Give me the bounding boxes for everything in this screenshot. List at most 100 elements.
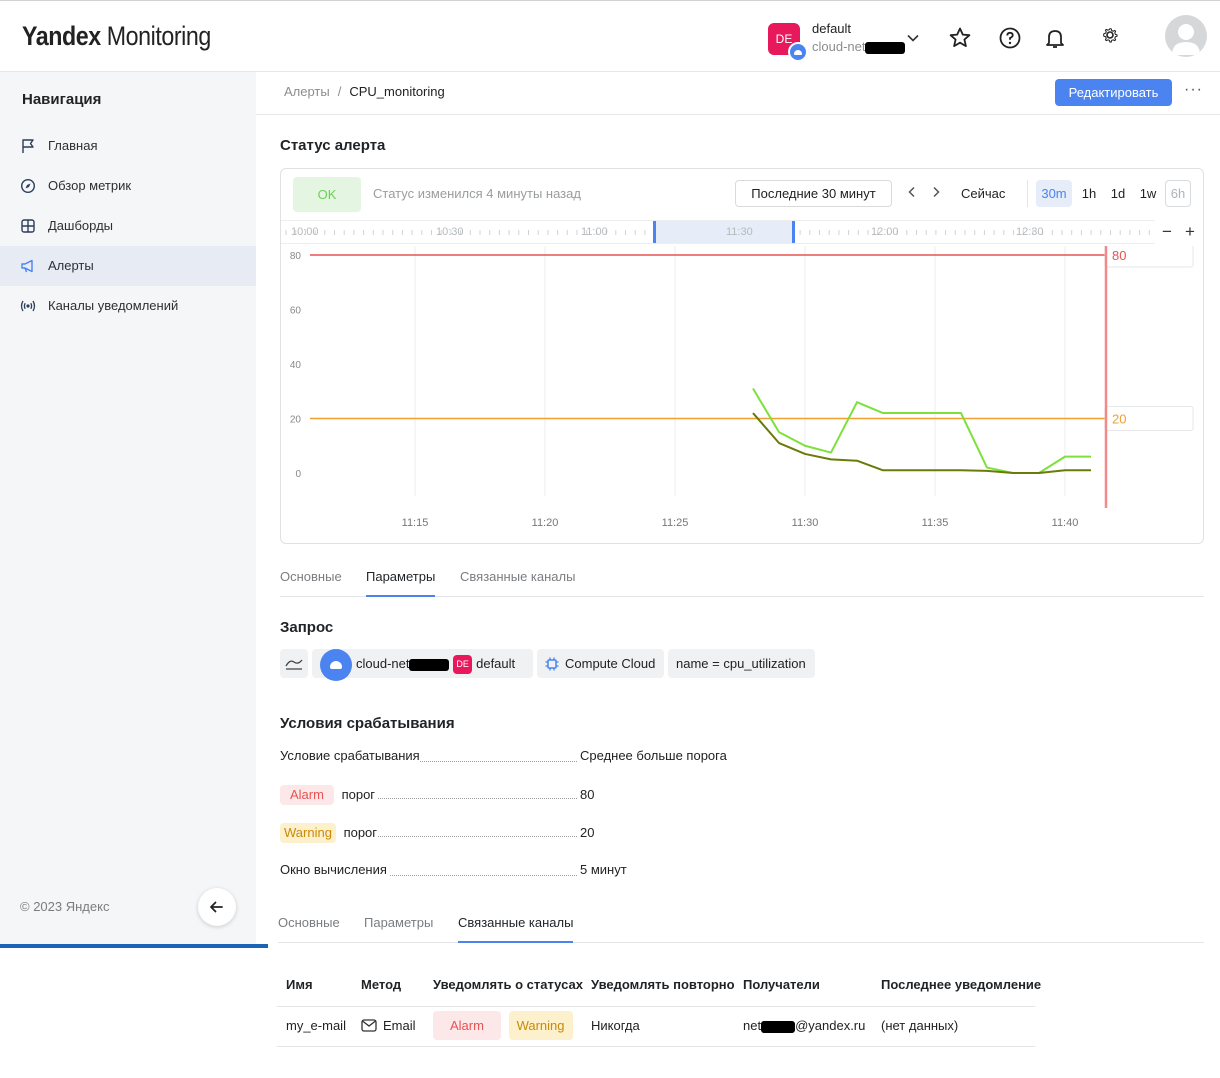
- condition-row: Окно вычисления 5 минут: [280, 862, 740, 882]
- warning-pill: Warning: [280, 823, 336, 843]
- alert-status-title: Статус алерта: [280, 137, 386, 154]
- y-tick-label: 40: [290, 360, 302, 371]
- chevron-left-icon[interactable]: [905, 185, 919, 199]
- timeline-label: 10:00: [291, 226, 319, 238]
- user-avatar[interactable]: [1165, 15, 1207, 57]
- edit-button[interactable]: Редактировать: [1055, 79, 1172, 106]
- sidebar-item-home[interactable]: Главная: [0, 126, 256, 166]
- channel-name[interactable]: my_e-mail: [286, 1018, 346, 1033]
- x-tick-label: 11:15: [402, 517, 429, 529]
- breadcrumb-alerts-link[interactable]: Алерты: [284, 84, 330, 99]
- column-header-recipients: Получатели: [743, 977, 820, 992]
- threshold-label: 20: [1112, 412, 1126, 427]
- megaphone-icon: [21, 259, 33, 273]
- query-service-chip[interactable]: Compute Cloud: [537, 649, 664, 678]
- copyright: © 2023 Яндекс: [20, 899, 110, 914]
- chevron-right-icon[interactable]: [929, 185, 943, 199]
- sidebar-item-metrics[interactable]: Обзор метрик: [0, 166, 256, 206]
- x-tick-label: 11:25: [662, 517, 689, 529]
- y-tick-label: 80: [290, 251, 302, 262]
- query-selector-chip[interactable]: name = cpu_utilization: [668, 649, 815, 678]
- help-icon[interactable]: [998, 26, 1022, 50]
- compute-chip-icon: [545, 657, 559, 671]
- x-tick-label: 11:20: [532, 517, 559, 529]
- alert-chart-card: OK Статус изменился 4 минуты назад После…: [280, 168, 1204, 544]
- compass-icon: [20, 178, 36, 194]
- top-header: Yandex Monitoring DE default cloud-net: [0, 0, 1220, 72]
- sidebar-item-channels[interactable]: Каналы уведомлений: [0, 286, 256, 326]
- flag-icon: [22, 139, 34, 153]
- timeline-label: 12:30: [1016, 226, 1044, 238]
- column-header-repeat: Уведомлять повторно: [591, 977, 735, 992]
- conditions-title: Условия срабатывания: [280, 715, 455, 732]
- column-header-name: Имя: [286, 977, 313, 992]
- condition-row: Условие срабатывания Среднее больше поро…: [280, 748, 740, 768]
- condition-value: 80: [580, 787, 595, 802]
- timeline-zoom-out-button[interactable]: −: [1157, 222, 1177, 242]
- dotted-leader: [390, 875, 577, 876]
- alarm-pill: Alarm: [280, 785, 334, 805]
- tab-main[interactable]: Основные: [278, 915, 340, 943]
- dotted-leader: [378, 836, 577, 837]
- folder-avatar: DE: [453, 655, 473, 675]
- sidebar-item-label: Обзор метрик: [48, 178, 132, 193]
- gear-icon[interactable]: [1098, 23, 1122, 47]
- chevron-down-icon: [907, 34, 919, 42]
- tab-channels[interactable]: Связанные каналы: [458, 915, 574, 943]
- timeline-selection[interactable]: [653, 221, 795, 243]
- now-button[interactable]: Сейчас: [961, 186, 1005, 201]
- sidebar-title: Навигация: [22, 91, 102, 108]
- zoom-1w[interactable]: 1w: [1136, 180, 1160, 207]
- time-range-select[interactable]: Последние 30 минут: [735, 180, 892, 207]
- tab-channels[interactable]: Связанные каналы: [460, 569, 575, 597]
- condition-label: порог: [343, 825, 378, 840]
- timeline-label: 11:00: [581, 226, 608, 238]
- query-cloud-folder-chip[interactable]: cloud-net DE default: [312, 649, 533, 681]
- breadcrumb: Алерты / CPU_monitoring: [284, 84, 445, 99]
- tab-parameters[interactable]: Параметры: [364, 915, 433, 943]
- zoom-6h: 6h: [1165, 180, 1191, 207]
- timeline-zoom-in-button[interactable]: +: [1180, 222, 1200, 242]
- zoom-30m[interactable]: 30m: [1036, 180, 1072, 207]
- zoom-1h[interactable]: 1h: [1077, 180, 1101, 207]
- timeline-navigator[interactable]: 10:00 10:30 11:00 11:30 12:00 12:30: [281, 220, 1155, 244]
- cloud-icon: [788, 42, 808, 62]
- condition-value: 5 минут: [580, 862, 627, 877]
- query-mode-button[interactable]: [280, 649, 308, 678]
- sidebar-item-dashboards[interactable]: Дашборды: [0, 206, 256, 246]
- column-header-last: Последнее уведомление: [881, 977, 1042, 992]
- channel-last-notification: (нет данных): [881, 1018, 959, 1033]
- star-icon[interactable]: [948, 26, 972, 50]
- timeline-label: 12:00: [871, 226, 899, 238]
- y-tick-label: 20: [290, 415, 302, 426]
- warning-pill: Warning: [508, 1011, 573, 1040]
- series-line-1: [752, 388, 1091, 474]
- more-menu-button[interactable]: ···: [1184, 81, 1203, 99]
- tab-parameters[interactable]: Параметры: [366, 569, 436, 597]
- dashboard-grid-icon: [21, 219, 35, 233]
- condition-value: Среднее больше порога: [580, 748, 727, 763]
- warning-threshold-row: Warning порог 20: [280, 823, 740, 843]
- redaction: [865, 41, 906, 54]
- cpu-line-chart: 0 20 40 60 80 11:15 11:20 11:25 11:30 11:35 11:40 8…: [290, 246, 1194, 529]
- x-tick-label: 11:40: [1052, 517, 1079, 529]
- query-type-icon: [285, 659, 303, 670]
- collapse-sidebar-button[interactable]: [198, 888, 236, 926]
- project-cloud: cloud-net: [812, 39, 906, 54]
- column-header-statuses: Уведомлять о статусах: [433, 977, 583, 992]
- tab-main[interactable]: Основные: [280, 569, 342, 597]
- redaction: [409, 658, 450, 671]
- sidebar-item-label: Дашборды: [48, 218, 113, 233]
- threshold-label: 80: [1112, 248, 1126, 263]
- bell-icon[interactable]: [1043, 26, 1067, 50]
- dotted-leader: [420, 761, 577, 762]
- app-logo[interactable]: Yandex Monitoring: [22, 21, 211, 52]
- zoom-1d[interactable]: 1d: [1106, 180, 1130, 207]
- alarm-pill: Alarm: [433, 1011, 501, 1040]
- sidebar-item-label: Алерты: [48, 258, 94, 273]
- condition-label: Условие срабатывания: [280, 748, 420, 763]
- sidebar-item-alerts[interactable]: Алерты: [0, 246, 256, 286]
- project-switcher[interactable]: DE default cloud-net: [768, 21, 928, 62]
- breadcrumb-current: CPU_monitoring: [349, 84, 445, 99]
- channel-repeat: Никогда: [591, 1018, 640, 1033]
